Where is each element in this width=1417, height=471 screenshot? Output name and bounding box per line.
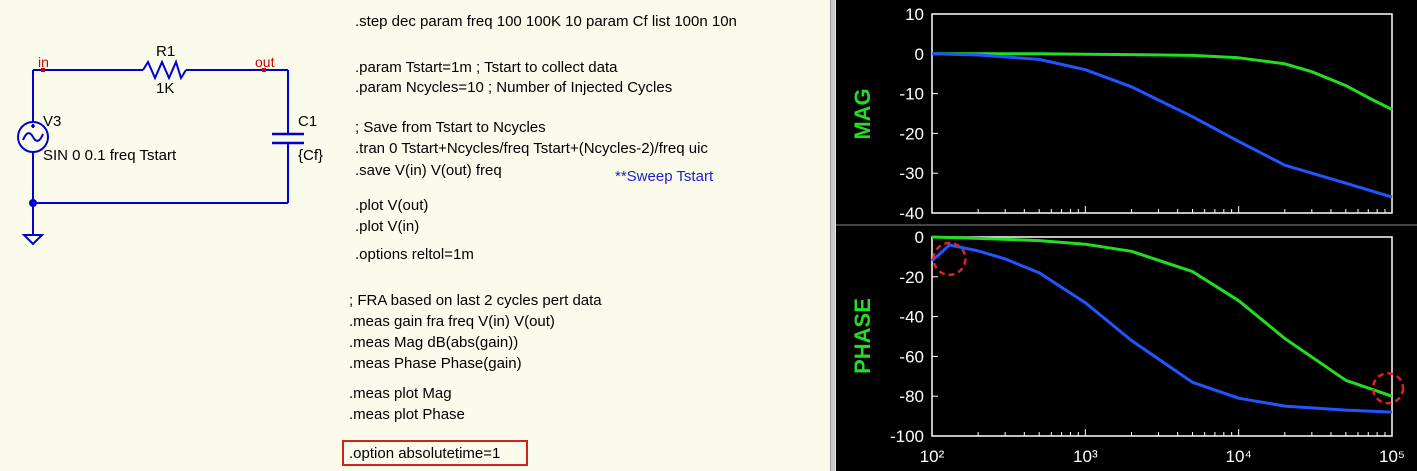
y-tick-label: -40 bbox=[899, 204, 924, 223]
y-tick-label: -30 bbox=[899, 164, 924, 183]
y-tick-label: -40 bbox=[899, 308, 924, 327]
plot-pane[interactable]: 10 0 -10 -20 -30 -40 MAG 0 -20 -40 -60 -80 -100 PHASE… bbox=[836, 0, 1417, 471]
directive-option-absolutetime[interactable]: .option absolutetime=1 bbox=[349, 445, 500, 463]
directive-plot-out[interactable]: .plot V(out) bbox=[355, 197, 428, 215]
y-tick-label: 10 bbox=[905, 5, 924, 24]
junction-dot bbox=[29, 199, 37, 207]
directive-plot-in[interactable]: .plot V(in) bbox=[355, 218, 419, 236]
x-tick-label: 10⁵ bbox=[1379, 447, 1405, 466]
r1-value[interactable]: 1K bbox=[156, 80, 174, 98]
directive-options-reltol[interactable]: .options reltol=1m bbox=[355, 246, 474, 264]
directive-meas-plot-mag[interactable]: .meas plot Mag bbox=[349, 385, 452, 403]
directive-save[interactable]: .save V(in) V(out) freq bbox=[355, 162, 502, 180]
c1-value[interactable]: {Cf} bbox=[298, 147, 323, 165]
y-tick-label: 0 bbox=[915, 45, 924, 64]
y-axis-title: MAG bbox=[850, 88, 875, 139]
comment-fra[interactable]: ; FRA based on last 2 cycles pert data bbox=[349, 292, 602, 310]
comment-save[interactable]: ; Save from Tstart to Ncycles bbox=[355, 119, 546, 137]
x-tick-label: 10³ bbox=[1073, 447, 1098, 466]
directive-tran[interactable]: .tran 0 Tstart+Ncycles/freq Tstart+(Ncyc… bbox=[355, 140, 708, 158]
capacitor-c1-symbol[interactable] bbox=[272, 132, 304, 145]
x-tick-label: 10⁴ bbox=[1226, 447, 1252, 466]
plot-frame bbox=[931, 13, 1393, 214]
r1-name[interactable]: R1 bbox=[156, 43, 175, 61]
directive-meas-phase[interactable]: .meas Phase Phase(gain) bbox=[349, 355, 522, 373]
directive-step[interactable]: .step dec param freq 100 100K 10 param C… bbox=[355, 13, 737, 31]
y-tick-label: -100 bbox=[890, 427, 924, 446]
net-label-in[interactable]: in bbox=[38, 53, 49, 71]
resistor-r1-symbol[interactable] bbox=[142, 59, 187, 81]
plot-frame bbox=[931, 236, 1393, 437]
directive-meas-gain[interactable]: .meas gain fra freq V(in) V(out) bbox=[349, 313, 555, 331]
y-tick-label: -80 bbox=[899, 387, 924, 406]
directive-param-ncycles[interactable]: .param Ncycles=10 ; Number of Injected C… bbox=[355, 79, 672, 97]
schematic-editor[interactable]: in out R1 1K C1 {Cf} V3 SIN 0 0.1 freq T… bbox=[0, 0, 830, 471]
y-tick-label: -20 bbox=[899, 268, 924, 287]
bode-plot: 10 0 -10 -20 -30 -40 MAG 0 -20 -40 -60 -80 -100 PHASE… bbox=[836, 5, 1417, 466]
sweep-comment[interactable]: **Sweep Tstart bbox=[615, 168, 713, 186]
directive-meas-plot-phase[interactable]: .meas plot Phase bbox=[349, 406, 465, 424]
y-tick-label: -10 bbox=[899, 85, 924, 104]
y-tick-label: 0 bbox=[915, 228, 924, 247]
net-label-out[interactable]: out bbox=[255, 53, 274, 71]
directive-param-tstart[interactable]: .param Tstart=1m ; Tstart to collect dat… bbox=[355, 59, 617, 77]
c1-name[interactable]: C1 bbox=[298, 113, 317, 131]
y-axis-title: PHASE bbox=[850, 298, 875, 374]
v3-value[interactable]: SIN 0 0.1 freq Tstart bbox=[43, 147, 176, 165]
v3-name[interactable]: V3 bbox=[43, 113, 61, 131]
trace-blue bbox=[930, 243, 1393, 414]
directive-meas-mag[interactable]: .meas Mag dB(abs(gain)) bbox=[349, 334, 518, 352]
y-tick-label: -20 bbox=[899, 124, 924, 143]
highlight-circle-end bbox=[1371, 371, 1405, 405]
x-tick-label: 10² bbox=[920, 447, 945, 466]
trace-green bbox=[931, 235, 1393, 398]
ground-icon bbox=[21, 234, 45, 246]
y-tick-label: -60 bbox=[899, 347, 924, 366]
